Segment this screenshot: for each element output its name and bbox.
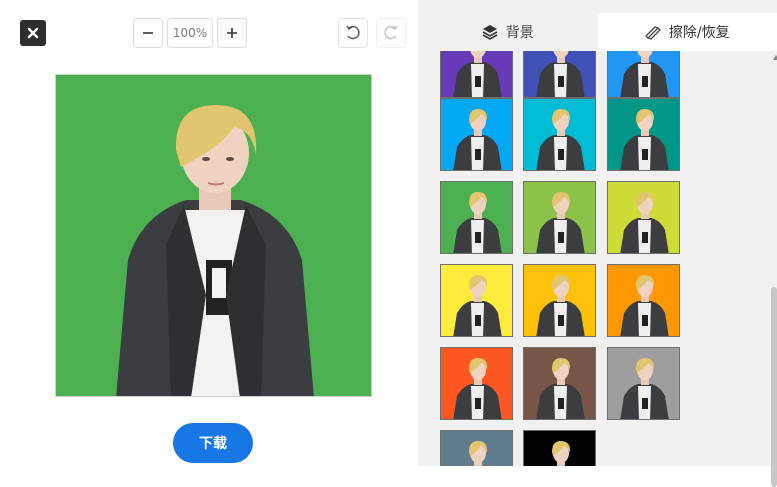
swatch-thumbnail xyxy=(608,348,680,420)
redo-icon xyxy=(382,24,400,42)
background-swatch[interactable] xyxy=(607,51,680,98)
background-swatch[interactable] xyxy=(607,347,680,420)
background-swatch[interactable] xyxy=(440,347,513,420)
background-swatch[interactable] xyxy=(440,51,513,98)
swatch-thumbnail xyxy=(608,99,680,171)
zoom-out-button[interactable] xyxy=(133,18,163,48)
swatch-thumbnail xyxy=(524,51,596,98)
swatch-thumbnail xyxy=(441,51,513,98)
swatch-thumbnail xyxy=(441,182,513,254)
zoom-level: 100% xyxy=(167,18,213,48)
scroll-up-arrow-icon[interactable] xyxy=(773,55,777,60)
image-preview xyxy=(55,74,372,397)
undo-icon xyxy=(344,24,362,42)
tab-background-label: 背景 xyxy=(506,22,534,42)
background-swatch[interactable] xyxy=(523,98,596,171)
swatch-thumbnail xyxy=(441,431,513,466)
scrollbar-thumb[interactable] xyxy=(771,287,777,487)
close-button[interactable] xyxy=(20,20,46,46)
swatch-thumbnail xyxy=(524,182,596,254)
background-swatch[interactable] xyxy=(440,181,513,254)
zoom-in-button[interactable] xyxy=(217,18,247,48)
background-swatch[interactable] xyxy=(523,51,596,98)
background-swatch[interactable] xyxy=(523,430,596,466)
download-button[interactable]: 下载 xyxy=(173,423,253,463)
background-swatch[interactable] xyxy=(523,181,596,254)
swatch-thumbnail xyxy=(608,265,680,337)
background-swatch[interactable] xyxy=(523,264,596,337)
tab-background[interactable]: 背景 xyxy=(418,13,598,51)
swatch-thumbnail xyxy=(608,51,680,98)
tab-erase-restore-label: 擦除/恢复 xyxy=(669,22,730,42)
background-swatch[interactable] xyxy=(607,181,680,254)
layers-icon xyxy=(482,24,498,40)
tab-erase-restore[interactable]: 擦除/恢复 xyxy=(598,13,777,51)
swatch-thumbnail xyxy=(524,99,596,171)
portrait-image xyxy=(56,75,372,397)
background-swatch[interactable] xyxy=(440,98,513,171)
background-swatch[interactable] xyxy=(523,347,596,420)
redo-button[interactable] xyxy=(376,18,406,48)
swatch-thumbnail xyxy=(524,265,596,337)
scrollbar[interactable] xyxy=(771,51,777,466)
undo-button[interactable] xyxy=(338,18,368,48)
background-swatch[interactable] xyxy=(607,98,680,171)
zoom-controls: 100% xyxy=(133,18,247,48)
swatch-thumbnail xyxy=(524,431,596,466)
eraser-icon xyxy=(645,24,661,40)
background-panel: 背景 擦除/恢复 xyxy=(418,0,777,466)
background-swatch[interactable] xyxy=(607,264,680,337)
swatch-thumbnail xyxy=(441,265,513,337)
tab-strip-top xyxy=(418,0,777,13)
swatch-thumbnail xyxy=(524,348,596,420)
background-swatch[interactable] xyxy=(440,430,513,466)
swatch-thumbnail xyxy=(608,182,680,254)
swatch-thumbnail xyxy=(441,348,513,420)
close-icon xyxy=(27,27,39,39)
swatch-thumbnail xyxy=(441,99,513,171)
minus-icon xyxy=(141,26,155,40)
background-swatch[interactable] xyxy=(440,264,513,337)
panel-tabs: 背景 擦除/恢复 xyxy=(418,13,777,51)
editor-pane: 100% xyxy=(0,0,418,466)
background-swatch-grid xyxy=(418,51,770,466)
plus-icon xyxy=(225,26,239,40)
